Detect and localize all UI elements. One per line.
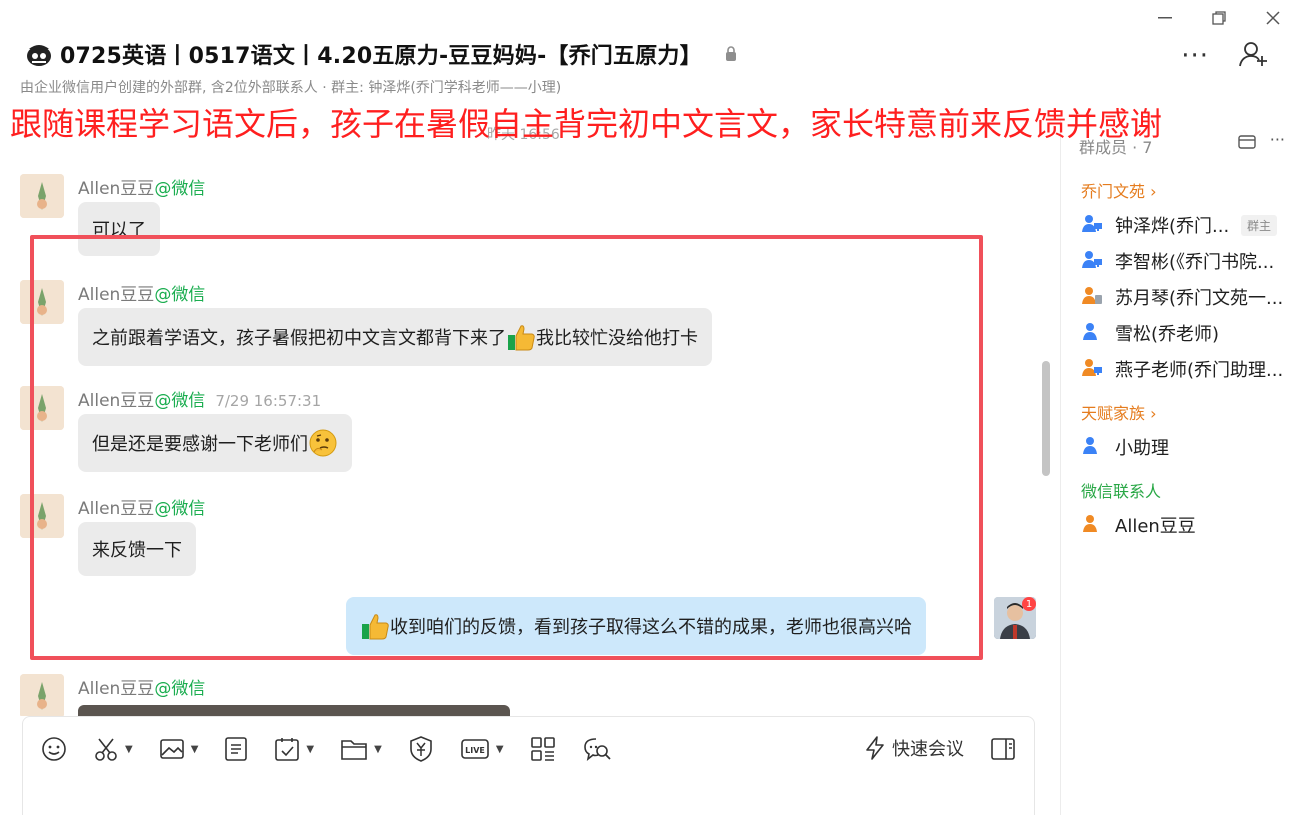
sender-name: Allen豆豆@微信 bbox=[78, 679, 206, 699]
member-item[interactable]: 燕子老师(乔门助理... bbox=[1081, 356, 1283, 382]
sender-name: Allen豆豆@微信 bbox=[78, 285, 206, 305]
sender-name: Allen豆豆@微信 7/29 16:57:31 bbox=[78, 391, 322, 411]
chevron-down-icon[interactable]: ▼ bbox=[191, 744, 199, 755]
self-message-bubble[interactable]: 收到咱们的反馈，看到孩子取得这么不错的成果，老师也很高兴哈 bbox=[346, 597, 926, 655]
message-composer[interactable]: ▼ ▼ ▼ ▼ LIVE ▼ 快速会议 bbox=[22, 716, 1035, 815]
member-item[interactable]: 苏月琴(乔门文苑一... bbox=[1081, 284, 1283, 310]
avatar[interactable] bbox=[20, 280, 64, 324]
emoji-icon[interactable] bbox=[41, 736, 67, 762]
message-bubble[interactable]: 之前跟着学语文，孩子暑假把初中文言文都背下来了 我比较忙没给他打卡 bbox=[78, 308, 712, 366]
member-item[interactable]: Allen豆豆 bbox=[1081, 512, 1196, 538]
chevron-down-icon[interactable]: ▼ bbox=[306, 744, 314, 755]
avatar[interactable] bbox=[20, 494, 64, 538]
scissors-icon[interactable]: ▼ bbox=[93, 736, 133, 762]
members-actions: ··· bbox=[1238, 132, 1285, 154]
thinking-face-icon bbox=[308, 428, 338, 458]
chevron-down-icon[interactable]: ▼ bbox=[125, 744, 133, 755]
calendar-check-icon[interactable]: ▼ bbox=[274, 736, 314, 762]
user-desktop-icon bbox=[1081, 357, 1103, 382]
wechat-user-icon bbox=[1081, 513, 1103, 538]
image-icon[interactable]: ▼ bbox=[159, 736, 199, 762]
sidebar-toggle-icon[interactable] bbox=[990, 737, 1016, 765]
member-item[interactable]: 钟泽烨(乔门... bbox=[1081, 212, 1229, 238]
avatar[interactable] bbox=[20, 674, 64, 716]
external-group-icon bbox=[24, 39, 54, 69]
more-icon[interactable]: ··· bbox=[1181, 43, 1209, 69]
annotation-banner: 跟随课程学习语文后，孩子在暑假自主背完初中文言文，家长特意前来反馈并感谢 bbox=[10, 105, 1163, 143]
section-wechat-contacts[interactable]: 微信联系人 bbox=[1081, 478, 1161, 502]
chat-scrollbar[interactable] bbox=[1042, 361, 1050, 476]
document-icon[interactable] bbox=[224, 736, 248, 762]
unread-badge: 1 bbox=[1022, 597, 1036, 611]
chevron-down-icon[interactable]: ▼ bbox=[374, 744, 382, 755]
member-item[interactable]: 李智彬(《乔门书院... bbox=[1081, 248, 1274, 274]
sender-name: Allen豆豆@微信 bbox=[78, 499, 206, 519]
folder-icon[interactable]: ▼ bbox=[340, 737, 382, 761]
member-item[interactable]: 雪松(乔老师) bbox=[1081, 320, 1219, 346]
user-desktop-icon bbox=[1081, 213, 1103, 238]
user-icon bbox=[1081, 321, 1103, 346]
section-tianfu-jiazu[interactable]: 天赋家族 › bbox=[1081, 400, 1157, 424]
avatar[interactable] bbox=[20, 386, 64, 430]
svg-text:LIVE: LIVE bbox=[465, 746, 485, 755]
message-bubble[interactable]: 但是还是要感谢一下老师们 bbox=[78, 414, 352, 472]
quick-meeting-button[interactable]: 快速会议 bbox=[864, 735, 964, 761]
user-desktop-icon bbox=[1081, 249, 1103, 274]
chevron-down-icon[interactable]: ▼ bbox=[496, 744, 504, 755]
member-item[interactable]: 小助理 bbox=[1081, 434, 1169, 460]
user-mobile-icon bbox=[1081, 285, 1103, 310]
section-qiaomen-wenyuan[interactable]: 乔门文苑 › bbox=[1081, 178, 1157, 202]
payment-icon[interactable] bbox=[408, 735, 434, 763]
sender-name: Allen豆豆@微信 bbox=[78, 179, 206, 199]
user-icon bbox=[1081, 435, 1103, 460]
more-icon[interactable]: ··· bbox=[1270, 132, 1285, 154]
message-bubble[interactable]: 可以了 bbox=[78, 202, 160, 256]
apps-icon[interactable] bbox=[530, 736, 556, 762]
chat-search-icon[interactable] bbox=[582, 736, 612, 762]
live-icon[interactable]: LIVE ▼ bbox=[460, 737, 504, 761]
thumbs-up-icon bbox=[360, 611, 390, 641]
group-description: 由企业微信用户创建的外部群, 含2位外部联系人 · 群主: 钟泽烨(乔门学科老师… bbox=[20, 80, 562, 96]
owner-badge: 群主 bbox=[1240, 215, 1277, 236]
members-panel: 群成员 · 7 ··· 乔门文苑 › 钟泽烨(乔门... 群主 李智彬(《乔门书… bbox=[1060, 120, 1299, 815]
thumbs-up-icon bbox=[506, 322, 536, 352]
mail-icon[interactable] bbox=[1238, 134, 1256, 154]
chat-messages[interactable]: 昨天 16:56 Allen豆豆@微信 可以了 Allen豆豆@微信 之前跟着学… bbox=[0, 120, 1060, 716]
lightning-icon bbox=[866, 736, 884, 760]
add-member-icon[interactable] bbox=[1239, 40, 1269, 72]
message-time: 7/29 16:57:31 bbox=[215, 392, 322, 410]
composer-toolbar: ▼ ▼ ▼ ▼ LIVE ▼ bbox=[41, 735, 638, 763]
lock-icon bbox=[724, 46, 738, 62]
page-title: 0725英语丨0517语文丨4.20五原力-豆豆妈妈-【乔门五原力】 bbox=[60, 44, 702, 69]
header-actions: ··· bbox=[1181, 40, 1269, 72]
title-row: 0725英语丨0517语文丨4.20五原力-豆豆妈妈-【乔门五原力】 bbox=[24, 38, 738, 70]
avatar[interactable] bbox=[20, 174, 64, 218]
message-bubble[interactable]: 来反馈一下 bbox=[78, 522, 196, 576]
